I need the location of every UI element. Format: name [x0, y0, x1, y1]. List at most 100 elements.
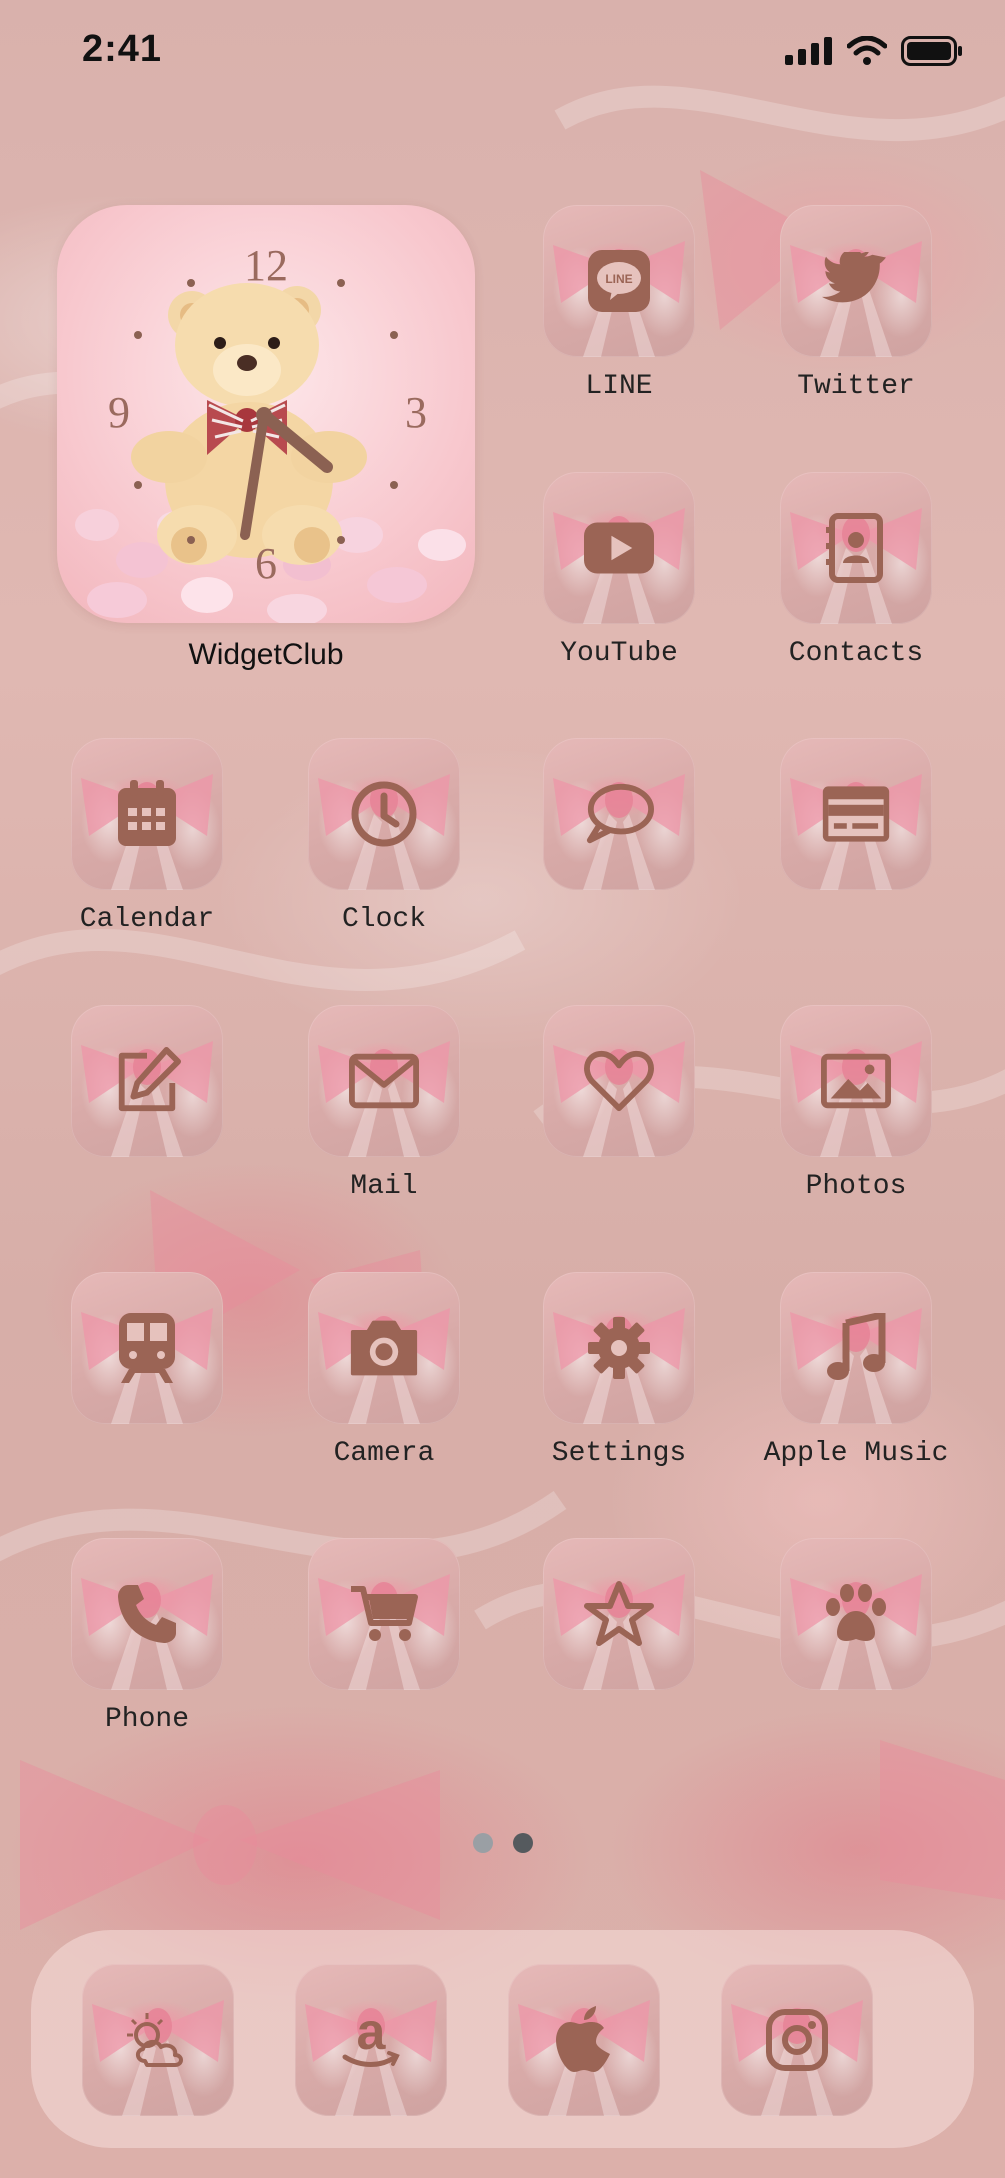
- app-tile[interactable]: [308, 1005, 460, 1157]
- pencil-note-icon: [112, 1046, 182, 1116]
- youtube-play-icon: [584, 513, 654, 583]
- app-label: Calendar: [79, 904, 215, 935]
- app-contacts[interactable]: Contacts: [761, 472, 951, 672]
- clock-widget[interactable]: 12 3 6 9: [57, 205, 475, 623]
- amazon-icon: a: [336, 2005, 406, 2075]
- weather-icon: [123, 2005, 193, 2075]
- app-tile[interactable]: [721, 1964, 873, 2116]
- photo-icon: [821, 1046, 891, 1116]
- app-tile[interactable]: [71, 1538, 223, 1690]
- page-indicator[interactable]: [0, 1833, 1005, 1853]
- app-tile[interactable]: [71, 738, 223, 890]
- app-tile[interactable]: [82, 1964, 234, 2116]
- app-tile[interactable]: [308, 1272, 460, 1424]
- clock-number-6: 6: [255, 539, 277, 588]
- train-icon: [112, 1313, 182, 1383]
- app-label: Clock: [341, 904, 426, 935]
- app-tile[interactable]: [780, 472, 932, 624]
- clock-number-9: 9: [108, 388, 130, 437]
- dock-app-apple[interactable]: [489, 1964, 679, 2116]
- apple-icon: [549, 2005, 619, 2075]
- widget-label: WidgetClub: [188, 638, 344, 671]
- app-label: Apple Music: [763, 1438, 949, 1469]
- app-music[interactable]: Apple Music: [761, 1272, 951, 1472]
- calendar-icon: [112, 779, 182, 849]
- browser-window-icon: [821, 779, 891, 849]
- app-twitter[interactable]: Twitter: [761, 205, 951, 405]
- line-icon: LINE: [584, 246, 654, 316]
- app-heart[interactable]: [524, 1005, 714, 1205]
- page-dot-2-active[interactable]: [512, 1833, 533, 1853]
- app-star[interactable]: [524, 1538, 714, 1738]
- app-tile[interactable]: [543, 738, 695, 890]
- instagram-icon: [762, 2005, 832, 2075]
- app-tile[interactable]: LINE: [543, 205, 695, 357]
- app-shopping[interactable]: [289, 1538, 479, 1738]
- app-tile[interactable]: [780, 205, 932, 357]
- twitter-bird-icon: [821, 246, 891, 316]
- widget-face: 12 3 6 9: [75, 241, 466, 623]
- app-tile[interactable]: [308, 738, 460, 890]
- contacts-book-icon: [821, 513, 891, 583]
- svg-text:a: a: [357, 2007, 387, 2061]
- app-tile[interactable]: [780, 1005, 932, 1157]
- status-time: 2:41: [82, 28, 163, 70]
- dock-app-weather[interactable]: [63, 1964, 253, 2116]
- app-label: [52, 1171, 242, 1205]
- clock-number-12: 12: [244, 241, 288, 290]
- app-train[interactable]: [52, 1272, 242, 1472]
- shopping-cart-icon: [349, 1579, 419, 1649]
- status-icons: [785, 36, 963, 66]
- app-tile[interactable]: [543, 1272, 695, 1424]
- dock-app-amazon[interactable]: a: [276, 1964, 466, 2116]
- app-camera[interactable]: Camera: [289, 1272, 479, 1472]
- paw-icon: [821, 1579, 891, 1649]
- app-tile[interactable]: [543, 1005, 695, 1157]
- app-tile[interactable]: a: [295, 1964, 447, 2116]
- app-tile[interactable]: [71, 1272, 223, 1424]
- app-label: Settings: [551, 1438, 687, 1469]
- app-label: YouTube: [560, 638, 678, 669]
- app-messages[interactable]: [524, 738, 714, 938]
- app-tile[interactable]: [308, 1538, 460, 1690]
- app-label: [52, 1438, 242, 1472]
- app-browser[interactable]: [761, 738, 951, 938]
- app-tile[interactable]: [543, 472, 695, 624]
- app-tile[interactable]: [780, 738, 932, 890]
- page-dot-1[interactable]: [472, 1833, 493, 1853]
- app-paw[interactable]: [761, 1538, 951, 1738]
- app-label: LINE: [585, 371, 653, 402]
- gear-icon: [584, 1313, 654, 1383]
- star-icon: [584, 1579, 654, 1649]
- clock-icon: [349, 779, 419, 849]
- app-mail[interactable]: Mail: [289, 1005, 479, 1205]
- phone-icon: [112, 1579, 182, 1649]
- app-tile[interactable]: [543, 1538, 695, 1690]
- clock-number-3: 3: [405, 388, 427, 437]
- app-photos[interactable]: Photos: [761, 1005, 951, 1205]
- app-label: [761, 1704, 951, 1738]
- app-notes[interactable]: [52, 1005, 242, 1205]
- app-tile[interactable]: [71, 1005, 223, 1157]
- app-label: Camera: [333, 1438, 435, 1469]
- battery-icon: [901, 36, 962, 66]
- app-label: Twitter: [797, 371, 915, 402]
- dock-app-instagram[interactable]: [702, 1964, 892, 2116]
- app-tile[interactable]: [780, 1538, 932, 1690]
- cellular-signal-icon: [785, 37, 832, 65]
- app-tile[interactable]: [508, 1964, 660, 2116]
- app-label: [761, 904, 951, 938]
- app-phone[interactable]: Phone: [52, 1538, 242, 1738]
- app-tile[interactable]: [780, 1272, 932, 1424]
- app-youtube[interactable]: YouTube: [524, 472, 714, 672]
- app-calendar[interactable]: Calendar: [52, 738, 242, 938]
- app-line[interactable]: LINE LINE: [524, 205, 714, 405]
- app-label: Phone: [104, 1704, 189, 1735]
- mail-envelope-icon: [349, 1046, 419, 1116]
- svg-text:LINE: LINE: [605, 272, 632, 286]
- app-clock[interactable]: Clock: [289, 738, 479, 938]
- music-note-icon: [821, 1313, 891, 1383]
- app-settings[interactable]: Settings: [524, 1272, 714, 1472]
- wifi-icon: [847, 36, 887, 65]
- heart-icon: [584, 1046, 654, 1116]
